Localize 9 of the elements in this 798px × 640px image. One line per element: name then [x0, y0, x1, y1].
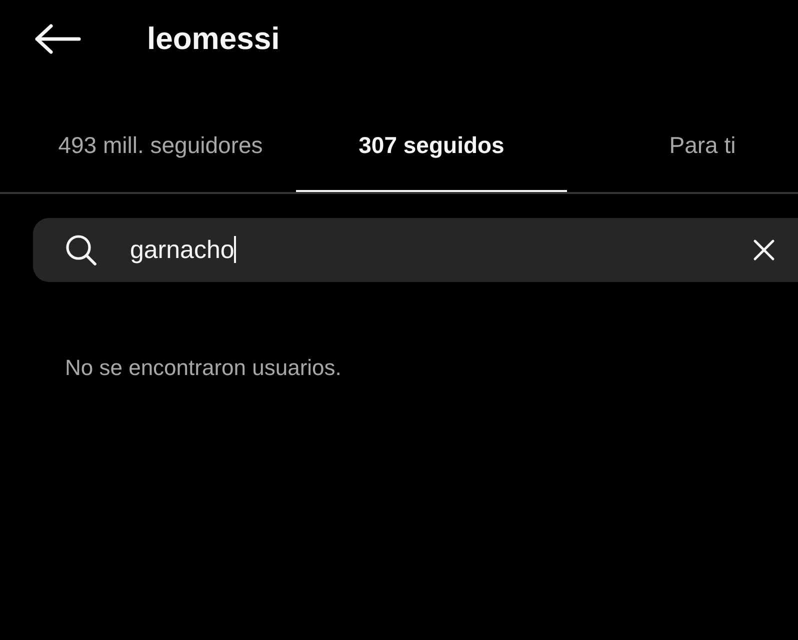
tab[interactable]: 307 seguidos [296, 102, 567, 192]
back-arrow-icon[interactable] [33, 23, 81, 55]
empty-message: No se encontraron usuarios. [65, 355, 342, 381]
search-icon [65, 234, 97, 266]
tab[interactable]: 493 mill. seguidores [25, 102, 296, 192]
tab[interactable]: Para ti [567, 102, 798, 192]
search-field[interactable]: garnacho [33, 218, 798, 282]
profile-username: leomessi [147, 21, 280, 57]
clear-icon[interactable] [753, 239, 775, 261]
